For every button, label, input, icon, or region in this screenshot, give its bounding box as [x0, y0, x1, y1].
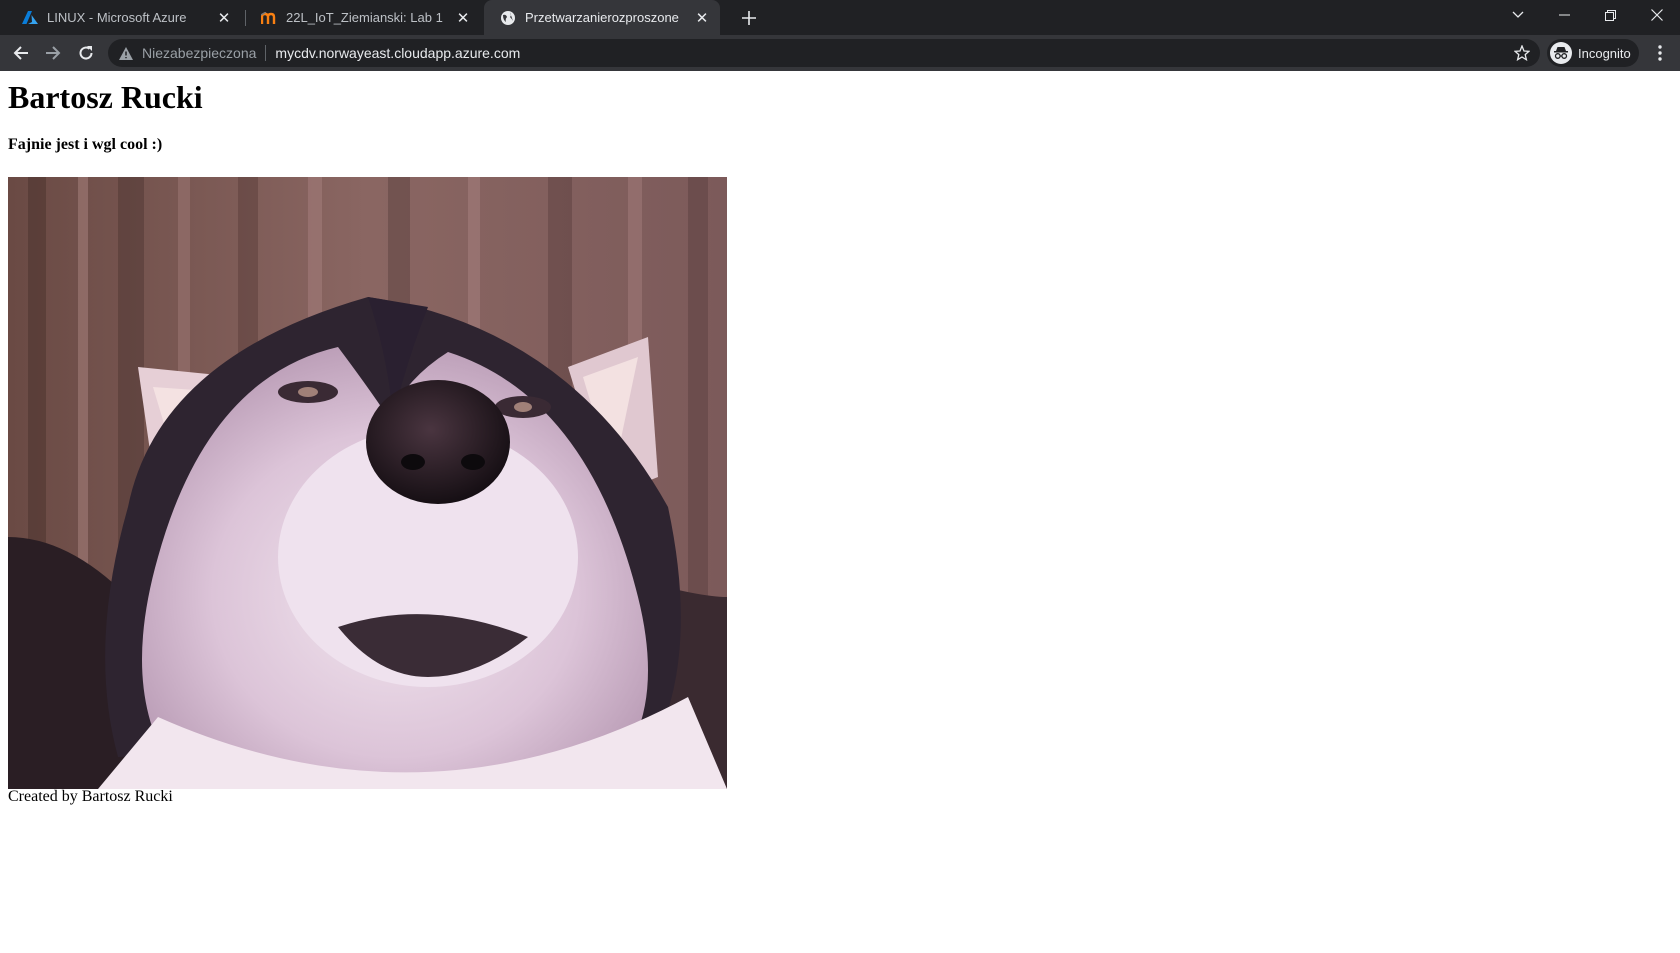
incognito-icon: [1550, 42, 1572, 64]
footer-credit: Created by Bartosz Rucki: [8, 788, 173, 805]
kebab-menu-icon: [1658, 45, 1662, 61]
warning-icon[interactable]: [118, 45, 134, 61]
close-icon[interactable]: ✕: [216, 10, 232, 27]
tab-strip: LINUX - Microsoft Azure ✕ 22L_IoT_Ziemia…: [0, 0, 1680, 35]
back-button[interactable]: [6, 38, 36, 68]
reload-button[interactable]: [71, 38, 101, 68]
moodle-logo-icon: [261, 10, 277, 26]
minimize-button[interactable]: [1541, 0, 1587, 30]
close-window-button[interactable]: [1634, 0, 1680, 30]
tab-title: 22L_IoT_Ziemianski: Lab 1: [286, 10, 443, 25]
azure-logo-icon: [22, 10, 38, 26]
forward-button[interactable]: [38, 38, 68, 68]
address-divider: [265, 45, 267, 61]
reload-icon: [79, 46, 93, 60]
tab-search-button[interactable]: [1495, 0, 1541, 30]
bookmark-star-icon[interactable]: [1513, 44, 1531, 62]
tab-title: Przetwarzanierozproszone: [525, 10, 679, 25]
tab-moodle-lab[interactable]: 22L_IoT_Ziemianski: Lab 1 ✕: [245, 0, 481, 35]
incognito-profile-button[interactable]: Incognito: [1547, 39, 1639, 67]
globe-icon: [500, 10, 516, 26]
arrow-left-icon: [13, 46, 28, 60]
chevron-down-icon: [1512, 11, 1524, 18]
page-title: Bartosz Rucki: [8, 79, 203, 115]
url-text[interactable]: mycdv.norwayeast.cloudapp.azure.com: [275, 45, 520, 61]
tab-przetwarzanie[interactable]: Przetwarzanierozproszone ✕: [484, 0, 720, 35]
close-icon[interactable]: ✕: [694, 10, 710, 27]
restore-icon: [1604, 9, 1616, 21]
browser-toolbar: Niezabezpieczona mycdv.norwayeast.clouda…: [0, 35, 1680, 71]
tab-title: LINUX - Microsoft Azure: [47, 10, 187, 25]
close-icon[interactable]: ✕: [455, 10, 471, 27]
close-icon: [1651, 9, 1663, 21]
restore-button[interactable]: [1587, 0, 1633, 30]
arrow-right-icon: [46, 46, 61, 60]
browser-menu-button[interactable]: [1648, 38, 1672, 68]
plus-icon: [742, 11, 756, 25]
minimize-icon: [1558, 14, 1570, 16]
husky-photo: [8, 177, 727, 789]
page-subtitle: Fajnie jest i wgl cool :): [8, 136, 163, 153]
new-tab-button[interactable]: [737, 6, 761, 30]
tab-linux-azure[interactable]: LINUX - Microsoft Azure ✕: [6, 0, 242, 35]
security-status-label[interactable]: Niezabezpieczona: [142, 45, 256, 61]
address-bar[interactable]: Niezabezpieczona mycdv.norwayeast.clouda…: [108, 39, 1540, 67]
page-viewport: Bartosz Rucki Fajnie jest i wgl cool :): [0, 71, 1680, 953]
profile-label: Incognito: [1578, 45, 1631, 61]
